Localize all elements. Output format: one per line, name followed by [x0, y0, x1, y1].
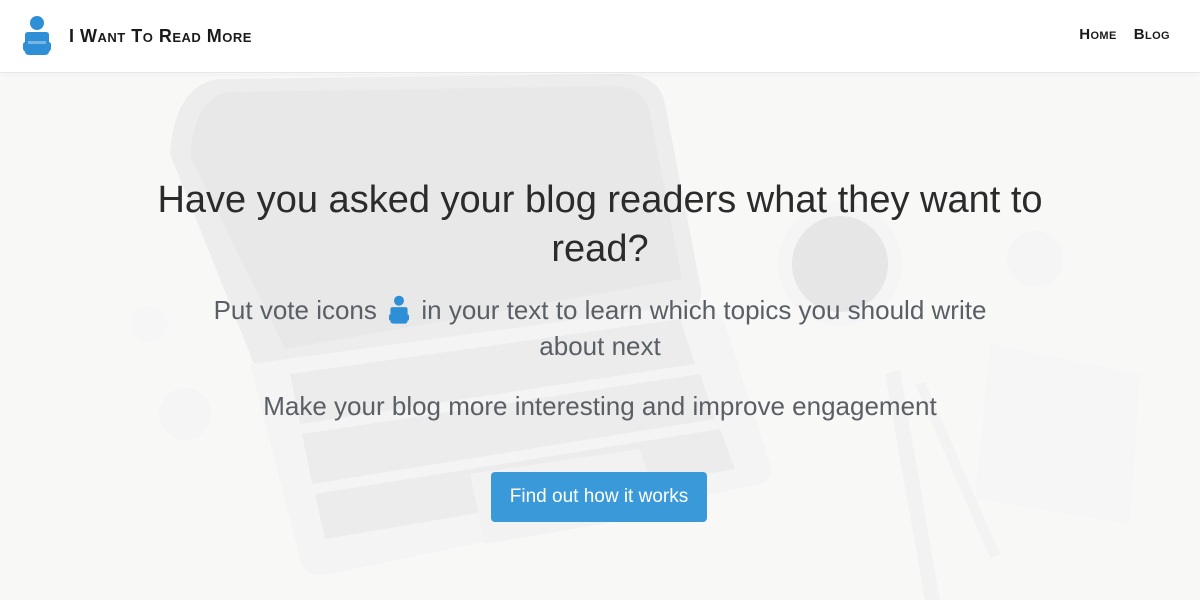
- brand-name: I Want To Read More: [69, 25, 252, 46]
- find-out-how-button[interactable]: Find out how it works: [491, 472, 707, 522]
- nav-home-link[interactable]: Home: [1079, 26, 1117, 43]
- hero-tagline: Make your blog more interesting and impr…: [263, 391, 937, 421]
- hero-subheadline: Put vote icons in your text to learn whi…: [190, 292, 1010, 364]
- sub-text-before-icon: Put vote icons: [213, 295, 377, 325]
- sub-text-after-icon: in your text to learn which topics you s…: [421, 295, 987, 361]
- main-nav: Home Blog: [1079, 26, 1170, 43]
- reader-person-icon: [23, 16, 51, 55]
- hero-headline: Have you asked your blog readers what th…: [157, 179, 1043, 270]
- hero-content: Have you asked your blog readers what th…: [0, 74, 1200, 600]
- brand-link[interactable]: I Want To Read More: [22, 15, 252, 57]
- reader-person-icon: [389, 295, 410, 324]
- site-header: I Want To Read More Home Blog: [0, 0, 1200, 73]
- nav-blog-link[interactable]: Blog: [1134, 26, 1170, 43]
